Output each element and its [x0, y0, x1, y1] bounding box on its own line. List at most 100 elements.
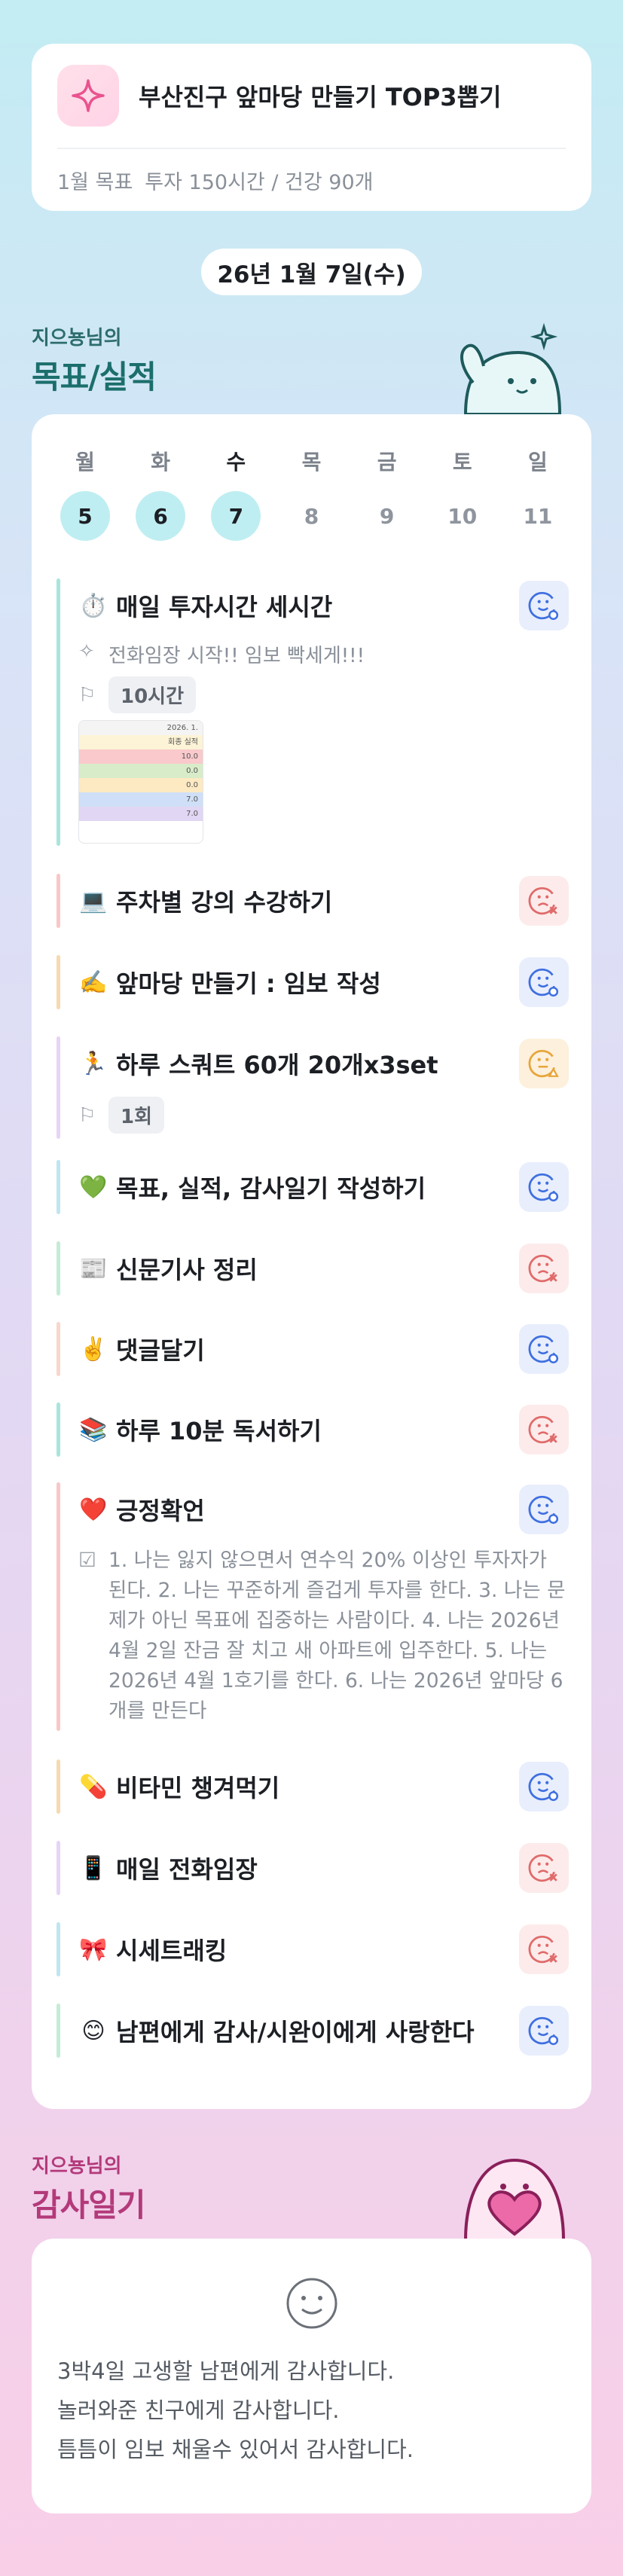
- day-name: 금: [377, 450, 397, 475]
- day-number: 8: [304, 503, 319, 529]
- goals-section-heading: 목표/실적: [32, 359, 157, 395]
- heart-mascot-illustration: [450, 2145, 571, 2242]
- sad-face-icon[interactable]: [519, 1924, 569, 1974]
- sad-face-icon[interactable]: [519, 876, 569, 926]
- goal-emoji-icon: 📚: [79, 1416, 108, 1443]
- happy-face-icon[interactable]: [519, 1162, 569, 1212]
- happy-face-icon[interactable]: [519, 957, 569, 1007]
- goal-emoji-icon: ⏱️: [79, 592, 108, 619]
- goal-item[interactable]: ✍️ 앞마당 만들기 : 임보 작성: [32, 955, 591, 1009]
- day-number: 5: [60, 491, 110, 541]
- goal-label: 남편에게 감사/시완이에게 사랑한다: [116, 2018, 475, 2046]
- date-selector[interactable]: 26년 1월 7일(수): [201, 249, 422, 295]
- day-number: 11: [523, 503, 553, 529]
- day-name: 수: [226, 450, 246, 475]
- goal-item[interactable]: 📰 신문기사 정리: [32, 1241, 591, 1296]
- gratitude-section-owner: 지으뇽님의: [32, 2155, 122, 2178]
- goal-item[interactable]: 💻 주차별 강의 수강하기: [32, 874, 591, 928]
- monthly-goal-label: 1월 목표: [57, 171, 133, 194]
- thumbnail-cell: 0.0: [79, 778, 203, 792]
- day-10[interactable]: 토 10: [442, 446, 483, 541]
- smile-icon: [32, 2276, 591, 2330]
- goal-label: 시세트래킹: [116, 1937, 228, 1965]
- goal-color-bar: [56, 1036, 60, 1139]
- goal-emoji-icon: 😊: [81, 2017, 105, 2044]
- goal-label: 매일 투자시간 세시간: [116, 593, 333, 621]
- flag-icon: ⚐: [78, 683, 96, 707]
- goal-color-bar: [56, 1241, 60, 1296]
- goal-emoji-icon: 💊: [79, 1773, 108, 1800]
- note-icon: ☑: [78, 1549, 96, 1572]
- goal-emoji-icon: 🏃: [79, 1050, 108, 1077]
- goal-note: 1. 나는 잃지 않으면서 연수익 20% 이상인 투자자가 된다. 2. 나는…: [108, 1549, 566, 1723]
- gratitude-section-title: 지으뇽님의 감사일기: [32, 2150, 146, 2226]
- day-name: 일: [528, 450, 548, 475]
- happy-face-icon[interactable]: [519, 2006, 569, 2056]
- goal-item[interactable]: 💚 목표, 실적, 감사일기 작성하기: [32, 1160, 591, 1214]
- goal-color-bar: [56, 1322, 60, 1376]
- thumbnail-cell: 7.0: [79, 792, 203, 807]
- goal-item[interactable]: 🏃 하루 스쿼트 60개 20개x3set ⚐ 1회: [32, 1036, 591, 1139]
- goal-item[interactable]: 💊 비타민 챙겨먹기: [32, 1760, 591, 1814]
- thumbnail-cell: 2026. 1.: [79, 721, 203, 735]
- day-7[interactable]: 수 7: [211, 446, 261, 541]
- goal-item[interactable]: ✌️ 댓글달기: [32, 1322, 591, 1376]
- goal-label: 긍정확언: [116, 1497, 205, 1525]
- goal-item[interactable]: 📱 매일 전화임장: [32, 1841, 591, 1895]
- goal-label: 앞마당 만들기 : 임보 작성: [116, 969, 381, 998]
- goal-summary-card[interactable]: 부산진구 앞마당 만들기 TOP3뽑기 1월 목표 투자 150시간 / 건강 9…: [32, 44, 591, 211]
- day-8[interactable]: 목 8: [291, 446, 331, 541]
- day-6[interactable]: 화 6: [136, 446, 186, 541]
- week-selector: 월 5 화 6 수 7 목 8 금 9 토 10 일 11: [54, 446, 569, 541]
- goal-label: 비타민 챙겨먹기: [116, 1774, 280, 1802]
- mascot-illustration: [450, 322, 563, 416]
- goal-label: 매일 전화임장: [116, 1855, 258, 1884]
- goal-color-bar: [56, 874, 60, 928]
- day-11[interactable]: 일 11: [518, 446, 558, 541]
- attached-image-thumbnail[interactable]: 2026. 1. 회종 실적 10.0 0.0 0.0 7.0 7.0: [78, 720, 203, 844]
- day-5[interactable]: 월 5: [60, 446, 110, 541]
- goal-color-bar: [56, 1402, 60, 1457]
- sad-face-icon[interactable]: [519, 1843, 569, 1893]
- goal-item[interactable]: ❤️ 긍정확언 ☑ 1. 나는 잃지 않으면서 연수익 20% 이상인 투자자가…: [32, 1482, 591, 1731]
- thumbnail-cell: 10.0: [79, 749, 203, 764]
- sad-face-icon[interactable]: [519, 1244, 569, 1293]
- goal-item[interactable]: ⏱️ 매일 투자시간 세시간 ✧ 전화임장 시작!! 임보 빡세게!!! ⚐ 1…: [32, 578, 591, 846]
- goal-label: 목표, 실적, 감사일기 작성하기: [116, 1174, 426, 1203]
- goal-count-tag: 1회: [108, 1097, 165, 1134]
- neutral-face-icon[interactable]: [519, 1039, 569, 1088]
- happy-face-icon[interactable]: [519, 1485, 569, 1534]
- goal-item[interactable]: 📚 하루 10분 독서하기: [32, 1402, 591, 1457]
- day-number: 7: [211, 491, 261, 541]
- goal-emoji-icon: 📰: [79, 1255, 108, 1282]
- goal-item[interactable]: 😊 남편에게 감사/시완이에게 사랑한다: [32, 2004, 591, 2058]
- flag-icon: ⚐: [78, 1103, 96, 1127]
- happy-face-icon[interactable]: [519, 1324, 569, 1374]
- goal-emoji-icon: 💚: [79, 1174, 108, 1201]
- thumbnail-cell: 7.0: [79, 807, 203, 821]
- gratitude-line: 틈틈이 임보 채울수 있어서 감사합니다.: [57, 2437, 414, 2462]
- gratitude-line: 3박4일 고생할 남편에게 감사합니다.: [57, 2358, 395, 2384]
- happy-face-icon[interactable]: [519, 1762, 569, 1811]
- goal-label: 하루 스쿼트 60개 20개x3set: [116, 1051, 438, 1079]
- goal-color-bar: [56, 1160, 60, 1214]
- goal-item[interactable]: 🎀 시세트래킹: [32, 1922, 591, 1976]
- goal-emoji-icon: 🎀: [79, 1936, 108, 1963]
- sparkle-icon: ✧: [78, 640, 95, 663]
- goal-emoji-icon: ❤️: [79, 1496, 108, 1523]
- day-name: 토: [452, 450, 472, 475]
- project-title: 부산진구 앞마당 만들기 TOP3뽑기: [139, 83, 502, 111]
- day-name: 화: [151, 450, 171, 475]
- gratitude-entry: 3박4일 고생할 남편에게 감사합니다. 놀러와준 친구에게 감사합니다. 틈틈…: [32, 2352, 591, 2469]
- goal-note: 전화임장 시작!! 임보 빡세게!!!: [108, 645, 365, 667]
- day-number: 6: [136, 491, 186, 541]
- goal-label: 하루 10분 독서하기: [116, 1417, 322, 1445]
- sparkle-icon: [57, 65, 119, 127]
- day-9[interactable]: 금 9: [367, 446, 408, 541]
- thumbnail-cell: 0.0: [79, 764, 203, 778]
- gratitude-section-heading: 감사일기: [32, 2187, 146, 2223]
- thumbnail-cell: 회종 실적: [79, 735, 203, 749]
- happy-face-icon[interactable]: [519, 581, 569, 630]
- sad-face-icon[interactable]: [519, 1405, 569, 1454]
- gratitude-line: 놀러와준 친구에게 감사합니다.: [57, 2397, 340, 2423]
